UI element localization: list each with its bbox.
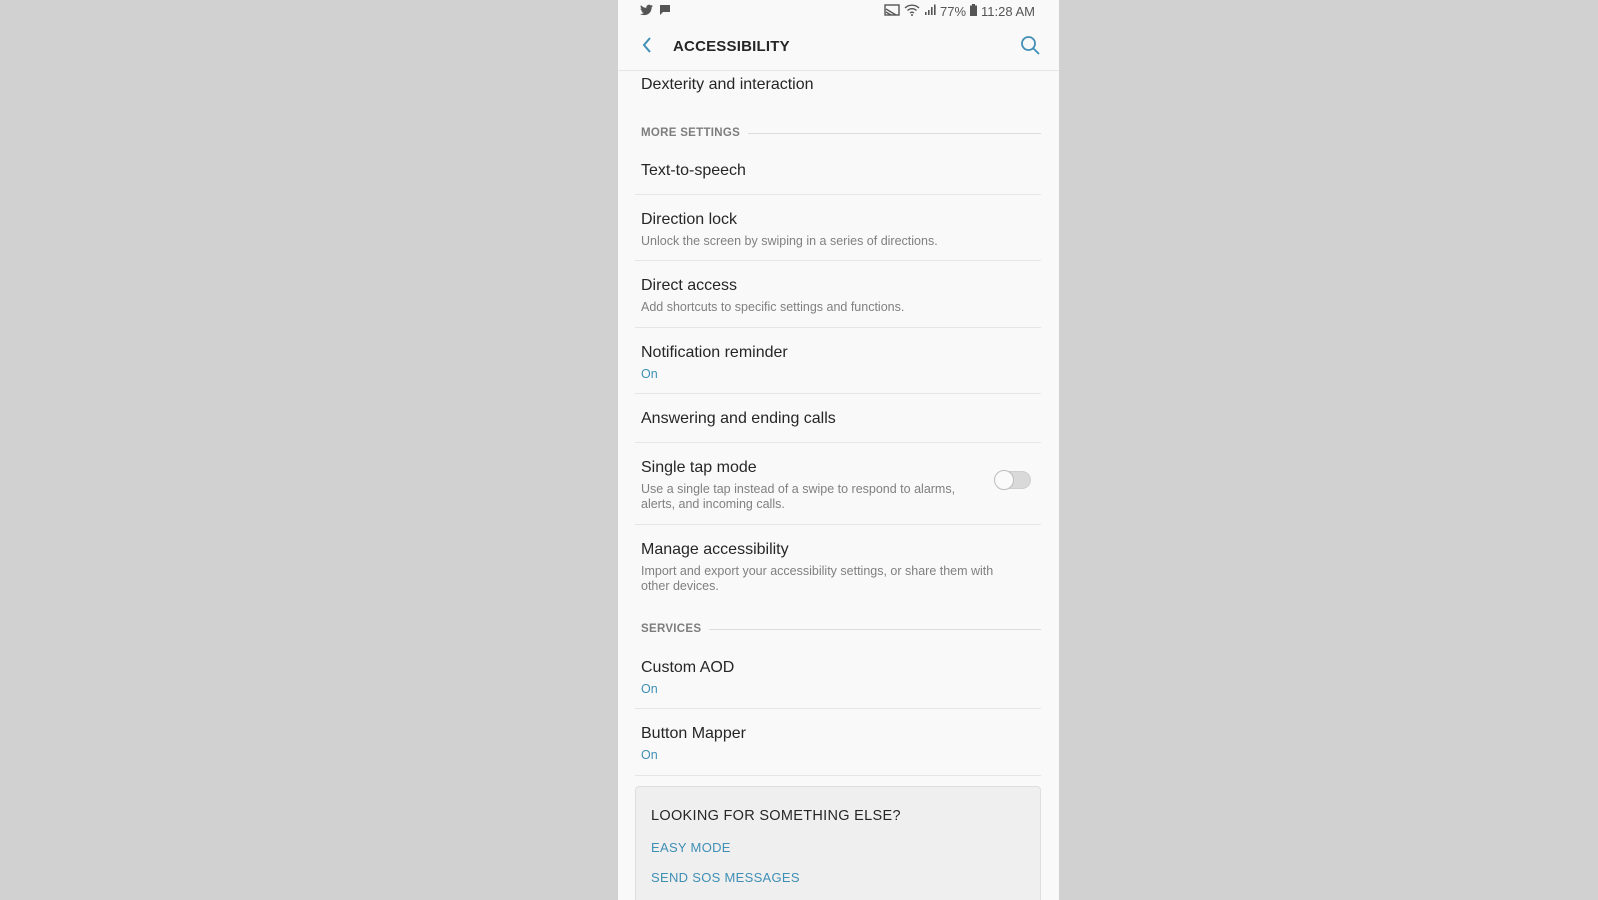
search-button[interactable] — [1015, 32, 1045, 62]
list-item-single-tap-mode[interactable]: Single tap mode Use a single tap instead… — [635, 443, 1041, 525]
section-label: MORE SETTINGS — [641, 127, 741, 139]
list-item-dexterity[interactable]: Dexterity and interaction — [635, 70, 1041, 110]
easy-mode-link[interactable]: EASY MODE — [651, 840, 731, 855]
item-subtitle: alerts, and incoming calls. — [641, 497, 785, 511]
item-title: Manage accessibility — [641, 541, 789, 558]
phone-screen: 77% 11:28 AM ACCESSIBILITY Dexterity and… — [618, 0, 1059, 900]
item-title: Text-to-speech — [641, 162, 746, 179]
item-title: Answering and ending calls — [641, 410, 836, 427]
battery-icon — [970, 4, 978, 19]
list-item-custom-aod[interactable]: Custom AOD On — [635, 643, 1041, 709]
wifi-icon — [904, 4, 920, 19]
item-subtitle: Use a single tap instead of a swipe to r… — [641, 482, 956, 496]
item-status: On — [641, 682, 658, 696]
back-button[interactable] — [632, 32, 662, 62]
list-item-direct-access[interactable]: Direct access Add shortcuts to specific … — [635, 261, 1041, 328]
item-subtitle: other devices. — [641, 579, 719, 593]
item-title: Button Mapper — [641, 725, 746, 742]
list-item-manage-accessibility[interactable]: Manage accessibility Import and export y… — [635, 525, 1041, 605]
item-title: Direct access — [641, 277, 738, 294]
list-item-button-mapper[interactable]: Button Mapper On — [635, 709, 1041, 776]
item-title: Single tap mode — [641, 459, 757, 476]
item-title: Direction lock — [641, 211, 738, 228]
list-item-direction-lock[interactable]: Direction lock Unlock the screen by swip… — [635, 195, 1041, 261]
suggestion-card: LOOKING FOR SOMETHING ELSE? EASY MODE SE… — [635, 786, 1041, 900]
item-subtitle: Import and export your accessibility set… — [641, 564, 994, 578]
status-bar: 77% 11:28 AM — [618, 0, 1059, 24]
section-header-services: SERVICES — [641, 622, 1041, 636]
item-subtitle: Add shortcuts to specific settings and f… — [641, 300, 905, 314]
item-status: On — [641, 748, 658, 762]
item-title: Dexterity and interaction — [641, 76, 814, 93]
divider — [748, 132, 1041, 134]
clock: 11:28 AM — [981, 4, 1035, 19]
section-header-more-settings: MORE SETTINGS — [641, 126, 1041, 140]
signal-icon — [924, 4, 936, 19]
list-item-text-to-speech[interactable]: Text-to-speech — [635, 146, 1041, 195]
toggle-knob — [994, 470, 1014, 490]
search-icon — [1020, 35, 1040, 60]
item-status: On — [641, 367, 658, 381]
page-title: ACCESSIBILITY — [673, 38, 790, 55]
twitter-icon — [640, 4, 653, 19]
cast-icon — [884, 4, 900, 19]
list-item-answering-calls[interactable]: Answering and ending calls — [635, 394, 1041, 443]
item-title: Custom AOD — [641, 659, 735, 676]
chevron-left-icon — [641, 36, 653, 59]
app-bar: ACCESSIBILITY — [618, 24, 1059, 71]
single-tap-mode-toggle[interactable] — [994, 470, 1031, 490]
item-subtitle: Unlock the screen by swiping in a series… — [641, 234, 938, 248]
message-icon — [659, 4, 671, 19]
send-sos-messages-link[interactable]: SEND SOS MESSAGES — [651, 870, 800, 885]
item-title: Notification reminder — [641, 344, 788, 361]
card-title: LOOKING FOR SOMETHING ELSE? — [651, 808, 901, 824]
divider — [709, 628, 1041, 630]
section-label: SERVICES — [641, 623, 702, 635]
list-item-notification-reminder[interactable]: Notification reminder On — [635, 328, 1041, 394]
battery-percentage: 77% — [940, 4, 967, 19]
